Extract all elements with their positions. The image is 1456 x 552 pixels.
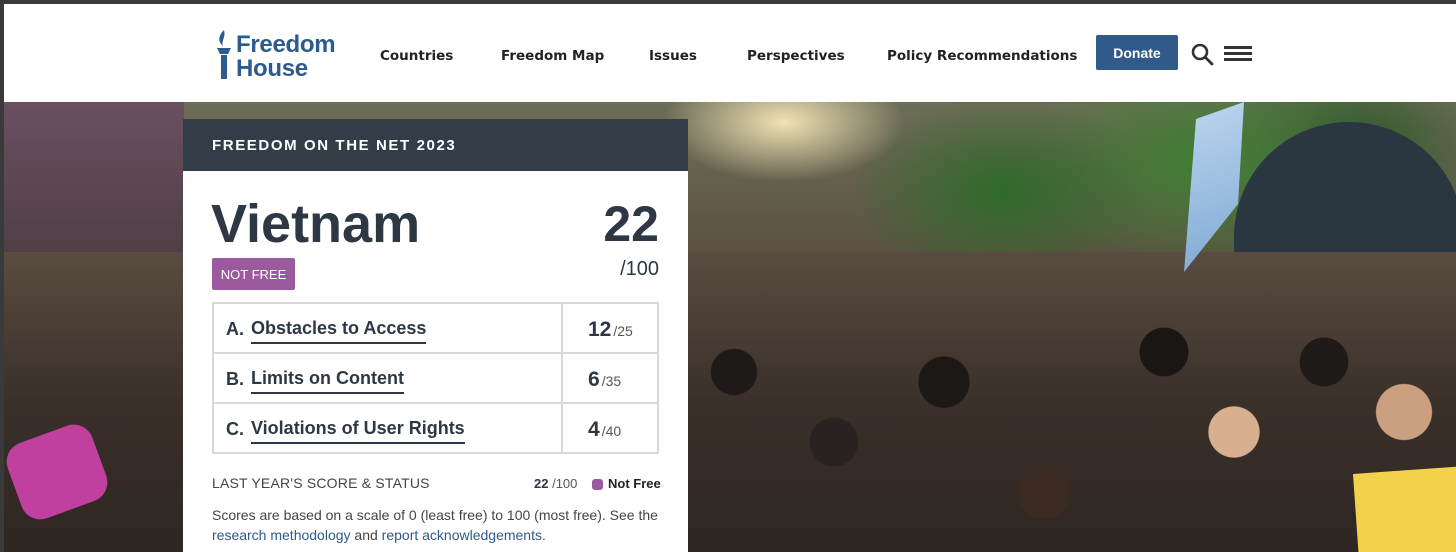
category-link-violations-of-user-rights[interactable]: Violations of User Rights — [251, 418, 465, 444]
category-row[interactable]: C. Violations of User Rights 4/40 — [214, 404, 657, 452]
freedom-house-logo[interactable]: Freedom House — [214, 26, 344, 84]
status-badge: NOT FREE — [212, 258, 295, 290]
country-name: Vietnam — [211, 194, 421, 254]
category-divider — [561, 304, 563, 352]
category-row[interactable]: A. Obstacles to Access 12/25 — [214, 304, 657, 354]
category-link-obstacles-to-access[interactable]: Obstacles to Access — [251, 318, 427, 344]
category-letter: B. — [226, 369, 244, 389]
category-link-limits-on-content[interactable]: Limits on Content — [251, 368, 404, 394]
site-header: Freedom House Countries Freedom Map Issu… — [4, 4, 1456, 102]
research-methodology-link[interactable]: research methodology — [212, 527, 351, 543]
category-score: 6/35 — [588, 368, 622, 391]
score-note: Scores are based on a scale of 0 (least … — [212, 505, 672, 545]
status-dot-icon — [592, 479, 603, 490]
score-card: FREEDOM ON THE NET 2023 Vietnam 22 /100 … — [183, 119, 688, 552]
category-score-max: /40 — [601, 423, 622, 439]
category-score: 4/40 — [588, 418, 622, 441]
total-score: 22 — [603, 196, 659, 252]
last-year-score: 22 /100 — [534, 476, 578, 491]
category-divider — [561, 404, 563, 452]
nav-policy-recommendations[interactable]: Policy Recommendations — [887, 48, 1077, 64]
nav-issues[interactable]: Issues — [649, 48, 697, 64]
category-letter: A. — [226, 319, 244, 339]
category-table: A. Obstacles to Access 12/25 B. Limits o… — [212, 302, 659, 454]
total-score-max: /100 — [620, 258, 659, 280]
last-year-status: Not Free — [608, 476, 661, 491]
category-divider — [561, 354, 563, 402]
report-acknowledgements-link[interactable]: report acknowledgements. — [382, 527, 546, 543]
nav-freedom-map[interactable]: Freedom Map — [501, 48, 604, 64]
category-score-max: /25 — [613, 323, 633, 339]
nav-countries[interactable]: Countries — [380, 48, 453, 64]
score-note-text: Scores are based on a scale of 0 (least … — [212, 507, 658, 523]
score-note-and: and — [354, 527, 378, 543]
hero-photo-umbrella — [1234, 122, 1456, 252]
category-score-max: /35 — [601, 373, 622, 389]
nav-perspectives[interactable]: Perspectives — [747, 48, 845, 64]
category-score: 12/25 — [588, 318, 633, 341]
logo-text-line2: House — [236, 55, 308, 82]
hamburger-menu-icon[interactable] — [1224, 46, 1252, 62]
donate-button[interactable]: Donate — [1096, 35, 1178, 70]
hero-photo-sign — [1352, 466, 1456, 552]
report-title: FREEDOM ON THE NET 2023 — [212, 137, 457, 154]
score-card-header: FREEDOM ON THE NET 2023 — [183, 119, 688, 171]
category-letter: C. — [226, 419, 244, 439]
last-year-label: LAST YEAR'S SCORE & STATUS — [212, 475, 430, 491]
category-row[interactable]: B. Limits on Content 6/35 — [214, 354, 657, 404]
torch-icon — [217, 30, 231, 79]
search-icon[interactable] — [1190, 42, 1214, 66]
